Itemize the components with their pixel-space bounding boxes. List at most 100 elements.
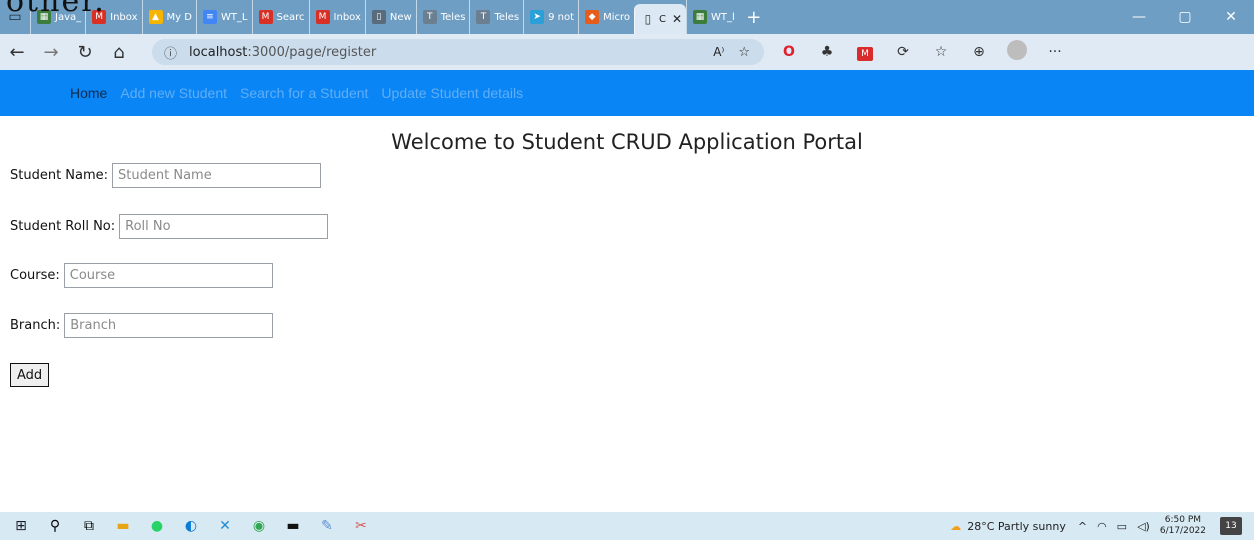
clock[interactable]: 6:50 PM 6/17/2022 [1160,515,1206,537]
stray-document-text: other. [6,0,106,19]
tab-active[interactable]: ▯ C ✕ [633,4,687,34]
favorites-icon[interactable]: ☆ [922,44,960,60]
course-label: Course: [10,268,60,283]
window-close-icon[interactable]: ✕ [1208,9,1254,25]
clock-date: 6/17/2022 [1159,526,1206,536]
search-icon[interactable]: ⚲ [38,518,72,534]
tab-label: WT_l [711,11,735,23]
weather-text[interactable]: 28°C Partly sunny [967,520,1066,533]
paint-icon[interactable]: ✎ [310,518,344,534]
minimize-icon[interactable]: — [1116,9,1162,25]
tab-label: Micro [603,11,630,23]
extension-icon[interactable]: ♣ [808,44,846,60]
battery-icon[interactable]: ▭ [1117,520,1127,533]
file-explorer-icon[interactable]: ▬ [106,518,140,534]
system-tray: ☁ 28°C Partly sunny ^ ◠ ▭ ◁) 6:50 PM 6/1… [950,515,1254,537]
telegram-icon: ➤ [530,10,545,24]
tab-item[interactable]: ▲ My D [141,0,196,34]
tab-wt-l[interactable]: ▦ WT_l [686,0,739,34]
nav-add-student-link[interactable]: Add new Student [120,85,227,101]
roll-no-row: Student Roll No: [10,214,329,239]
whatsapp-icon[interactable]: ● [140,518,174,534]
volume-icon[interactable]: ◁) [1137,520,1150,533]
course-input[interactable] [63,263,273,288]
tab-label: Teles [440,11,466,23]
student-name-label: Student Name: [10,168,109,183]
terminal-icon[interactable]: ▬ [276,518,310,534]
nav-home-link[interactable]: Home [70,85,107,101]
tab-item[interactable]: ➤ 9 not [523,0,578,34]
student-name-row: Student Name: [10,163,322,188]
docs-icon: ≡ [202,10,217,24]
tab-item[interactable]: M Searc [251,0,309,34]
tab-list: ▦ Java_ M Inbox ▲ My D ≡ WT_L M Searc M Inbox ▯ New T T… [30,0,634,34]
edge-icon[interactable]: ◐ [174,518,208,534]
tab-item[interactable]: T Teles [415,0,470,34]
drive-icon: ▲ [148,10,163,24]
forward-icon[interactable]: → [34,42,68,63]
branch-row: Branch: [10,313,274,338]
page-icon: ▯ [644,12,652,26]
url-host: localhost [189,44,248,60]
branch-input[interactable] [64,313,274,338]
browser-toolbar: ← → ↻ ⌂ ⓘ localhost:3000/page/register A… [0,34,1254,70]
tu-icon: T [476,10,491,24]
page-title: Welcome to Student CRUD Application Port… [391,130,863,154]
tab-item[interactable]: ◆ Micro [578,0,634,34]
opera-extension-icon[interactable]: O [770,44,808,60]
read-aloud-icon[interactable]: A⁾ [713,45,724,59]
snip-icon[interactable]: ✂ [344,518,378,534]
student-name-input[interactable] [112,163,322,188]
tab-label: Inbox [333,11,361,23]
windows-start-icon[interactable]: ⊞ [4,518,38,534]
roll-no-label: Student Roll No: [10,219,116,234]
windows-taskbar: ⊞ ⚲ ⧉ ▬ ● ◐ ✕ ◉ ▬ ✎ ✂ ☁ 28°C Partly sunn… [0,512,1254,540]
mega-extension-icon[interactable]: M [846,44,884,61]
nav-search-student-link[interactable]: Search for a Student [240,85,368,101]
tu-icon: T [422,10,437,24]
app-navbar: Home Add new Student Search for a Studen… [0,70,1254,116]
wifi-icon[interactable]: ◠ [1097,520,1107,533]
tab-label: My D [166,11,192,23]
home-icon[interactable]: ⌂ [102,42,136,63]
favorite-icon[interactable]: ☆ [738,45,750,60]
roll-no-input[interactable] [119,214,329,239]
refresh-icon[interactable]: ↻ [68,42,102,63]
nav-update-student-link[interactable]: Update Student details [381,85,523,101]
close-icon[interactable]: ✕ [672,12,682,26]
tab-label: WT_L [220,11,248,23]
collections-icon[interactable]: ⊕ [960,44,998,60]
add-button[interactable]: Add [10,363,50,387]
maximize-icon[interactable]: ▢ [1162,9,1208,25]
gmail-icon: M [258,10,273,24]
screen: other. ▭ ▦ Java_ M Inbox ▲ My D ≡ WT_L M Searc M In… [0,0,1254,540]
address-bar[interactable]: ⓘ localhost:3000/page/register A⁾ ☆ [152,39,764,65]
sheet-icon: ▦ [693,10,708,24]
vscode-icon[interactable]: ✕ [208,518,242,534]
window-controls: — ▢ ✕ [1116,9,1254,25]
task-view-icon[interactable]: ⧉ [72,518,106,534]
page-icon: ▯ [371,10,386,24]
profile-avatar[interactable] [998,40,1036,64]
tab-label: 9 not [548,11,575,23]
browser-tab-strip: ▭ ▦ Java_ M Inbox ▲ My D ≡ WT_L M Searc M Inbox ▯ New… [0,0,1254,34]
more-menu-icon[interactable]: ··· [1036,44,1074,60]
course-row: Course: [10,263,273,288]
back-icon[interactable]: ← [0,42,34,63]
new-tab-button[interactable]: + [739,7,769,28]
tab-label: New [389,11,412,23]
chevron-up-icon[interactable]: ^ [1078,520,1087,533]
tab-item[interactable]: ≡ WT_L [195,0,252,34]
tab-label: Searc [276,11,305,23]
gmail-icon: M [315,10,330,24]
info-icon[interactable]: ⓘ [164,43,177,62]
tab-item[interactable]: T Teles [469,0,523,34]
tab-label: Inbox [110,11,138,23]
url-path: :3000/page/register [247,44,377,60]
extensions-puzzle-icon[interactable]: ⟳ [884,44,922,60]
app-icon[interactable]: ◉ [242,518,276,534]
tab-item[interactable]: M Inbox [308,0,365,34]
tab-item[interactable]: ▯ New [364,0,416,34]
notification-icon[interactable]: 13 [1220,517,1242,535]
weather-icon: ☁ [950,519,962,533]
